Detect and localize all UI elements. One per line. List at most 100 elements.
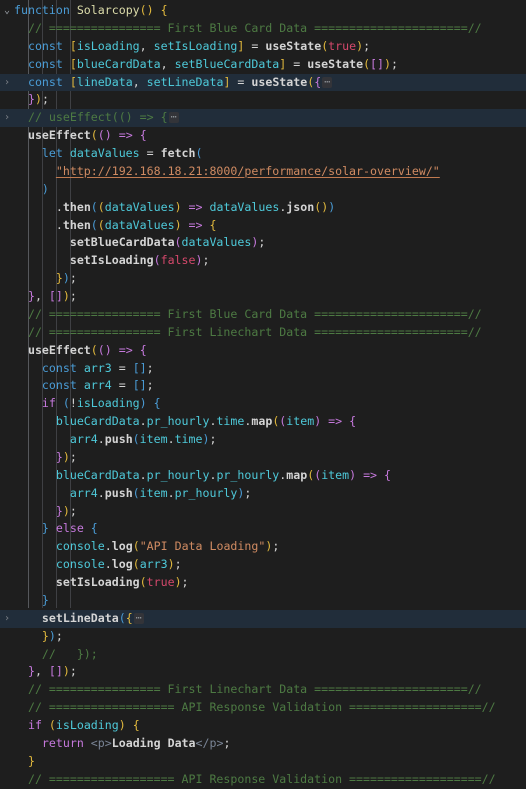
code-line[interactable]: › const [lineData, setLineData] = useSta…	[0, 73, 526, 92]
code-token: // useEffect(() => {	[14, 110, 168, 125]
code-editor[interactable]: ⌄ function Solarcopy() { // =============…	[0, 0, 526, 786]
code-token: item	[321, 467, 350, 482]
code-line[interactable]: if (isLoading) {	[0, 717, 526, 735]
gutter-cell	[0, 467, 14, 485]
code-line[interactable]: const [isLoading, setIsLoading] = useSta…	[0, 38, 526, 56]
code-line[interactable]: arr4.push(item.pr_hourly);	[0, 485, 526, 503]
fetch-url-string[interactable]: "http://192.168.18.21:8000/performance/s…	[56, 164, 440, 178]
code-line[interactable]: arr4.push(item.time);	[0, 431, 526, 449]
code-token: item	[286, 414, 315, 429]
code-token: setLineData	[41, 610, 119, 625]
code-token: (	[132, 557, 140, 572]
code-line[interactable]: if (!isLoading) {	[0, 395, 526, 413]
code-token: [	[69, 56, 77, 71]
code-line[interactable]: const arr4 = [];	[0, 377, 526, 395]
code-line[interactable]: }, []);	[0, 663, 526, 681]
code-token: setLineData	[146, 74, 224, 89]
fold-collapsed-icon[interactable]: ›	[0, 109, 14, 127]
code-token: // ================ First Linechart Data…	[14, 324, 482, 339]
code-token: const	[41, 378, 84, 393]
fold-ellipsis[interactable]: ⋯	[168, 112, 179, 124]
code-token: setBlueCardData	[69, 235, 175, 250]
fold-collapsed-icon[interactable]: ›	[0, 610, 14, 628]
code-token: // ================ First Blue Card Data…	[14, 306, 482, 321]
fold-expanded-icon[interactable]: ⌄	[0, 2, 14, 20]
code-line[interactable]: console.log(arr3);	[0, 556, 526, 574]
code-token: .	[104, 557, 112, 572]
code-line[interactable]: // ================== API Response Valid…	[0, 699, 526, 717]
code-token: .	[139, 414, 147, 429]
code-text: arr4.push(item.pr_hourly);	[14, 485, 252, 503]
code-line[interactable]: useEffect(() => {	[0, 342, 526, 360]
code-line[interactable]: )	[0, 181, 526, 199]
code-line[interactable]: let dataValues = fetch(	[0, 145, 526, 163]
code-line[interactable]: // ================ First Linechart Data…	[0, 324, 526, 342]
gutter-cell	[0, 38, 14, 56]
code-line[interactable]: setIsLoading(true);	[0, 574, 526, 592]
code-line[interactable]: useEffect(() => {	[0, 127, 526, 145]
code-token: push	[104, 485, 133, 500]
code-line[interactable]: });	[0, 503, 526, 521]
code-line[interactable]: const [blueCardData, setBlueCardData] = …	[0, 56, 526, 74]
fold-collapsed-icon[interactable]: ›	[0, 74, 14, 92]
code-line[interactable]: });	[0, 270, 526, 288]
fold-ellipsis[interactable]: ⋯	[322, 76, 333, 88]
code-line[interactable]: blueCardData.pr_hourly.time.map((item) =…	[0, 413, 526, 431]
code-token: )	[34, 92, 42, 107]
code-line[interactable]: });	[0, 449, 526, 467]
code-line[interactable]: › // useEffect(() => {⋯	[0, 109, 526, 128]
code-token: }	[27, 92, 35, 107]
code-text: // ================ First Linechart Data…	[14, 681, 482, 699]
code-line[interactable]: // ================ First Linechart Data…	[0, 681, 526, 699]
code-line[interactable]: }	[0, 753, 526, 771]
code-token: dataValues	[104, 199, 175, 214]
code-line[interactable]: setIsLoading(false);	[0, 252, 526, 270]
gutter-cell	[0, 449, 14, 467]
code-line[interactable]: // ================ First Blue Card Data…	[0, 306, 526, 324]
code-line[interactable]: .then((dataValues) => {	[0, 217, 526, 235]
code-line[interactable]: }	[0, 592, 526, 610]
code-line[interactable]: .then((dataValues) => dataValues.json())	[0, 199, 526, 217]
code-line[interactable]: });	[0, 91, 526, 109]
fold-ellipsis[interactable]: ⋯	[133, 612, 144, 624]
code-line[interactable]: const arr3 = [];	[0, 360, 526, 378]
code-line[interactable]: console.log("API Data Loading");	[0, 538, 526, 556]
code-token: time	[174, 432, 203, 446]
code-line[interactable]: }, []);	[0, 288, 526, 306]
code-token: ;	[258, 235, 266, 250]
code-token: arr4	[69, 485, 98, 500]
code-line[interactable]: › setLineData({⋯	[0, 609, 526, 628]
code-line[interactable]: "http://192.168.18.21:8000/performance/s…	[0, 163, 526, 181]
gutter-cell	[0, 503, 14, 521]
code-line[interactable]: ⌄ function Solarcopy() {	[0, 2, 526, 20]
code-line[interactable]: // });	[0, 646, 526, 664]
code-line[interactable]: return <p>Loading Data</p>;	[0, 735, 526, 753]
gutter-cell	[0, 520, 14, 538]
code-line[interactable]: // ================ First Blue Card Data…	[0, 20, 526, 38]
code-line[interactable]: setBlueCardData(dataValues);	[0, 234, 526, 252]
code-line[interactable]: } else {	[0, 520, 526, 538]
code-line[interactable]: // ================== API Response Valid…	[0, 771, 526, 789]
code-text: return <p>Loading Data</p>;	[14, 735, 231, 753]
code-token: useEffect	[27, 342, 91, 357]
code-text: function Solarcopy() {	[14, 2, 168, 20]
code-token: {	[90, 521, 98, 536]
code-text: const [lineData, setLineData] = useState…	[14, 74, 333, 92]
code-line[interactable]: blueCardData.pr_hourly.pr_hourly.map((it…	[0, 467, 526, 485]
code-text: // useEffect(() => {⋯	[14, 109, 179, 127]
code-line[interactable]: });	[0, 628, 526, 646]
